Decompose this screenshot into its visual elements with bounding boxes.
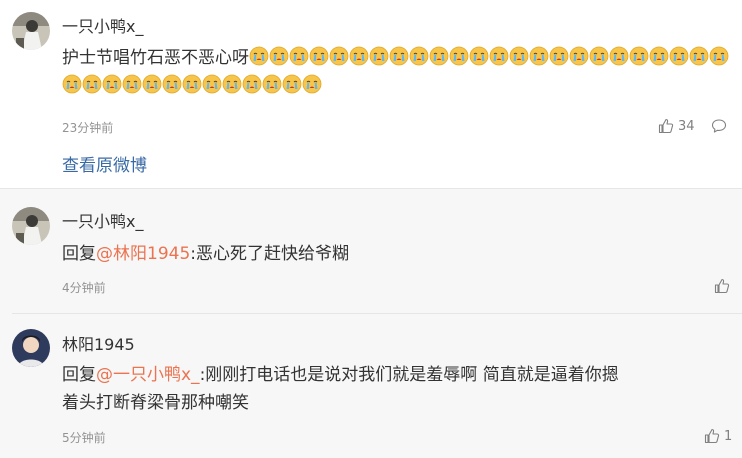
crying-face-emoji-icon [629,46,649,66]
timestamp: 4分钟前 [62,281,106,295]
avatar[interactable] [12,207,50,245]
crying-face-emoji-icon [689,46,709,66]
timestamp: 5分钟前 [62,431,106,445]
crying-face-emoji-icon [649,46,669,66]
crying-face-emoji-icon [429,46,449,66]
comment-body: 护士节唱竹石恶不恶心呀 [62,48,249,68]
crying-face-emoji-icon [289,46,309,66]
crying-face-emoji-icon [509,46,529,66]
reply-prefix: 回复 [62,244,96,264]
thumbs-up-icon [704,428,720,444]
crying-face-emoji-icon [282,74,302,94]
avatar[interactable] [12,12,50,50]
crying-face-emoji-icon [409,46,429,66]
crying-face-emoji-icon [102,74,122,94]
crying-face-emoji-icon [182,74,202,94]
username[interactable]: 一只小鸭x_ [62,208,143,232]
divider [12,313,742,314]
crying-face-emoji-icon [302,74,322,94]
reply-text: 回复@林阳1945:恶心死了赶快给爷糊 [62,240,722,268]
reply-body: :刚刚打电话也是说对我们就是羞辱啊 简直就是逼着你摁 [199,365,619,385]
like-button[interactable] [714,278,730,294]
crying-face-emoji-icon [609,46,629,66]
crying-face-emoji-icon [709,46,729,66]
username[interactable]: 一只小鸭x_ [62,13,143,37]
thumbs-up-icon [714,278,730,294]
view-original-link[interactable]: 查看原微博 [62,151,147,176]
crying-face-emoji-icon [329,46,349,66]
crying-face-emoji-icon [569,46,589,66]
mention-link[interactable]: @一只小鸭x_ [96,365,200,385]
like-count: 34 [678,118,695,134]
timestamp: 23分钟前 [62,121,114,135]
crying-face-emoji-icon [669,46,689,66]
crying-face-emoji-icon [242,74,262,94]
crying-face-emoji-icon [449,46,469,66]
like-count: 1 [724,428,733,444]
reply-body: :恶心死了赶快给爷糊 [190,244,349,264]
mention-link[interactable]: @林阳1945 [96,244,190,264]
crying-face-emoji-icon [202,74,222,94]
main-comment: 一只小鸭x_ 护士节唱竹石恶不恶心呀 23分钟前 34 查看原微博 [0,0,742,188]
reply-prefix: 回复 [62,365,96,385]
crying-face-emoji-icon [369,46,389,66]
crying-face-emoji-icon [489,46,509,66]
crying-face-emoji-icon [469,46,489,66]
crying-face-emoji-icon [249,46,269,66]
crying-face-emoji-icon [309,46,329,66]
crying-face-emoji-icon [162,74,182,94]
crying-face-emoji-icon [269,46,289,66]
crying-face-emoji-icon [529,46,549,66]
crying-face-emoji-icon [549,46,569,66]
crying-face-emoji-icon [389,46,409,66]
reply-body-continued: 着头打断脊梁骨那种嘲笑 [62,393,249,413]
crying-face-emoji-icon [262,74,282,94]
comment-text: 护士节唱竹石恶不恶心呀 [62,44,732,100]
crying-face-emoji-icon [589,46,609,66]
crying-face-emoji-icon [222,74,242,94]
crying-face-emoji-icon [349,46,369,66]
like-button[interactable]: 1 [704,428,732,444]
crying-face-emoji-icon [142,74,162,94]
like-button[interactable]: 34 [658,118,695,134]
reply-list: 一只小鸭x_ 回复@林阳1945:恶心死了赶快给爷糊 4分钟前 林阳1945 回… [0,188,742,458]
username[interactable]: 林阳1945 [62,331,135,355]
crying-face-emoji-icon [82,74,102,94]
thumbs-up-icon [658,118,674,134]
comment-bubble-icon [711,118,727,134]
avatar[interactable] [12,329,50,367]
comment-button[interactable] [711,118,727,134]
reply-text: 回复@一只小鸭x_:刚刚打电话也是说对我们就是羞辱啊 简直就是逼着你摁着头打断脊… [62,361,732,417]
crying-face-emoji-icon [122,74,142,94]
crying-face-emoji-icon [62,74,82,94]
